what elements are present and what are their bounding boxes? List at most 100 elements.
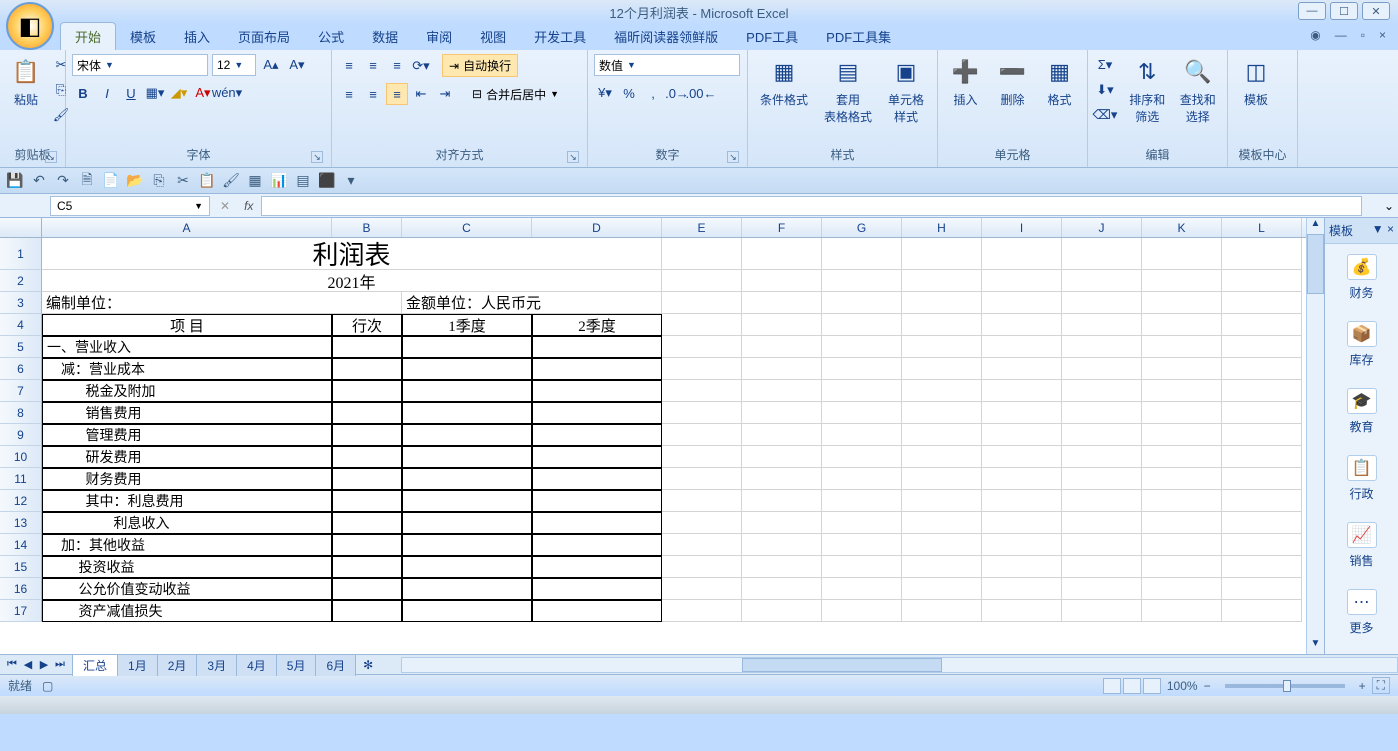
cell[interactable]: 利润表 xyxy=(42,238,662,270)
cell[interactable] xyxy=(902,446,982,468)
zoom-knob[interactable] xyxy=(1283,680,1291,692)
cell[interactable] xyxy=(742,534,822,556)
cell[interactable]: 金额单位：人民币元 xyxy=(402,292,662,314)
cell[interactable]: 减：营业成本 xyxy=(42,358,332,380)
cell[interactable] xyxy=(1142,336,1222,358)
cell[interactable] xyxy=(1062,490,1142,512)
cell[interactable] xyxy=(742,490,822,512)
qat-icon-2[interactable]: ✂ xyxy=(174,172,192,190)
cell[interactable] xyxy=(822,446,902,468)
cell[interactable] xyxy=(1142,424,1222,446)
cell[interactable]: 管理费用 xyxy=(42,424,332,446)
cell[interactable] xyxy=(1222,468,1302,490)
border-button[interactable]: ▦▾ xyxy=(144,82,166,104)
cell[interactable] xyxy=(1062,238,1142,270)
cell[interactable]: 其中：利息费用 xyxy=(42,490,332,512)
merge-center-button[interactable]: ⊟合并后居中▼ xyxy=(466,84,565,105)
col-header-K[interactable]: K xyxy=(1142,218,1222,237)
find-select-button[interactable]: 🔍查找和 选择 xyxy=(1175,54,1222,127)
row-header[interactable]: 10 xyxy=(0,446,42,468)
page-break-view-icon[interactable] xyxy=(1143,678,1161,694)
cell[interactable] xyxy=(982,424,1062,446)
orientation-icon[interactable]: ⟳▾ xyxy=(410,55,432,77)
conditional-format-button[interactable]: ▦条件格式 xyxy=(754,54,814,110)
template-panel-menu-icon[interactable]: ▼ × xyxy=(1372,222,1394,239)
cell[interactable] xyxy=(902,380,982,402)
font-size-combo[interactable]: 12▼ xyxy=(212,54,256,76)
cell[interactable] xyxy=(1062,292,1142,314)
cell[interactable] xyxy=(822,314,902,336)
cell[interactable] xyxy=(532,402,662,424)
cell[interactable] xyxy=(332,578,402,600)
qat-icon-6[interactable]: 📊 xyxy=(270,172,288,190)
cell[interactable] xyxy=(1062,534,1142,556)
cell[interactable] xyxy=(532,578,662,600)
tab-foxit[interactable]: 福昕阅读器领鲜版 xyxy=(600,23,732,50)
cell[interactable] xyxy=(982,556,1062,578)
row-header[interactable]: 8 xyxy=(0,402,42,424)
cell[interactable] xyxy=(982,238,1062,270)
cell[interactable]: 编制单位： xyxy=(42,292,402,314)
cell[interactable] xyxy=(402,600,532,622)
cell[interactable] xyxy=(742,424,822,446)
col-header-H[interactable]: H xyxy=(902,218,982,237)
sheet-tab[interactable]: 3月 xyxy=(196,654,237,676)
cell[interactable] xyxy=(662,534,742,556)
new-sheet-icon[interactable]: ✻ xyxy=(355,658,381,672)
cell[interactable]: 税金及附加 xyxy=(42,380,332,402)
row-header[interactable]: 17 xyxy=(0,600,42,622)
cell[interactable] xyxy=(332,600,402,622)
cell[interactable] xyxy=(982,336,1062,358)
cell[interactable] xyxy=(1062,600,1142,622)
new-icon[interactable]: 📄 xyxy=(102,172,120,190)
scroll-up-icon[interactable]: ▲ xyxy=(1307,218,1324,234)
save-icon[interactable]: 💾 xyxy=(6,172,24,190)
cell[interactable] xyxy=(742,512,822,534)
cell[interactable] xyxy=(982,578,1062,600)
align-right-icon[interactable]: ≡ xyxy=(386,83,408,105)
template-button[interactable]: ◫模板 xyxy=(1234,54,1278,110)
office-button[interactable]: ◧ xyxy=(6,2,54,50)
side-item-更多[interactable]: ⋯更多 xyxy=(1325,579,1398,646)
cell[interactable] xyxy=(532,380,662,402)
cell[interactable] xyxy=(902,292,982,314)
tab-view[interactable]: 视图 xyxy=(466,23,520,50)
cell[interactable] xyxy=(662,238,742,270)
cell[interactable] xyxy=(902,600,982,622)
cell[interactable] xyxy=(332,380,402,402)
cell[interactable] xyxy=(662,358,742,380)
col-header-G[interactable]: G xyxy=(822,218,902,237)
cell[interactable] xyxy=(532,446,662,468)
cell[interactable] xyxy=(532,490,662,512)
side-item-教育[interactable]: 🎓教育 xyxy=(1325,378,1398,445)
cell[interactable] xyxy=(1062,380,1142,402)
qat-icon-8[interactable]: ⬛ xyxy=(318,172,336,190)
cell[interactable] xyxy=(822,490,902,512)
cell[interactable] xyxy=(332,424,402,446)
cell[interactable] xyxy=(742,556,822,578)
cell[interactable] xyxy=(1142,468,1222,490)
decrease-indent-icon[interactable]: ⇤ xyxy=(410,83,432,105)
cell[interactable] xyxy=(902,490,982,512)
cell[interactable] xyxy=(332,468,402,490)
insert-cells-button[interactable]: ➕插入 xyxy=(944,54,987,110)
close-workbook-icon[interactable]: × xyxy=(1379,28,1386,42)
cell[interactable] xyxy=(742,292,822,314)
cell[interactable] xyxy=(902,556,982,578)
cell[interactable] xyxy=(742,380,822,402)
cell[interactable] xyxy=(982,380,1062,402)
cell[interactable] xyxy=(742,600,822,622)
cell[interactable] xyxy=(662,424,742,446)
cell[interactable] xyxy=(402,512,532,534)
cell[interactable] xyxy=(742,358,822,380)
fx-icon[interactable]: fx xyxy=(236,199,261,213)
cell[interactable]: 项 目 xyxy=(42,314,332,336)
cell[interactable] xyxy=(402,490,532,512)
sheet-tab[interactable]: 5月 xyxy=(276,654,317,676)
cell[interactable] xyxy=(1062,512,1142,534)
cell[interactable] xyxy=(822,556,902,578)
cell[interactable] xyxy=(1142,446,1222,468)
cell[interactable]: 研发费用 xyxy=(42,446,332,468)
cell[interactable] xyxy=(902,402,982,424)
cell[interactable] xyxy=(662,314,742,336)
